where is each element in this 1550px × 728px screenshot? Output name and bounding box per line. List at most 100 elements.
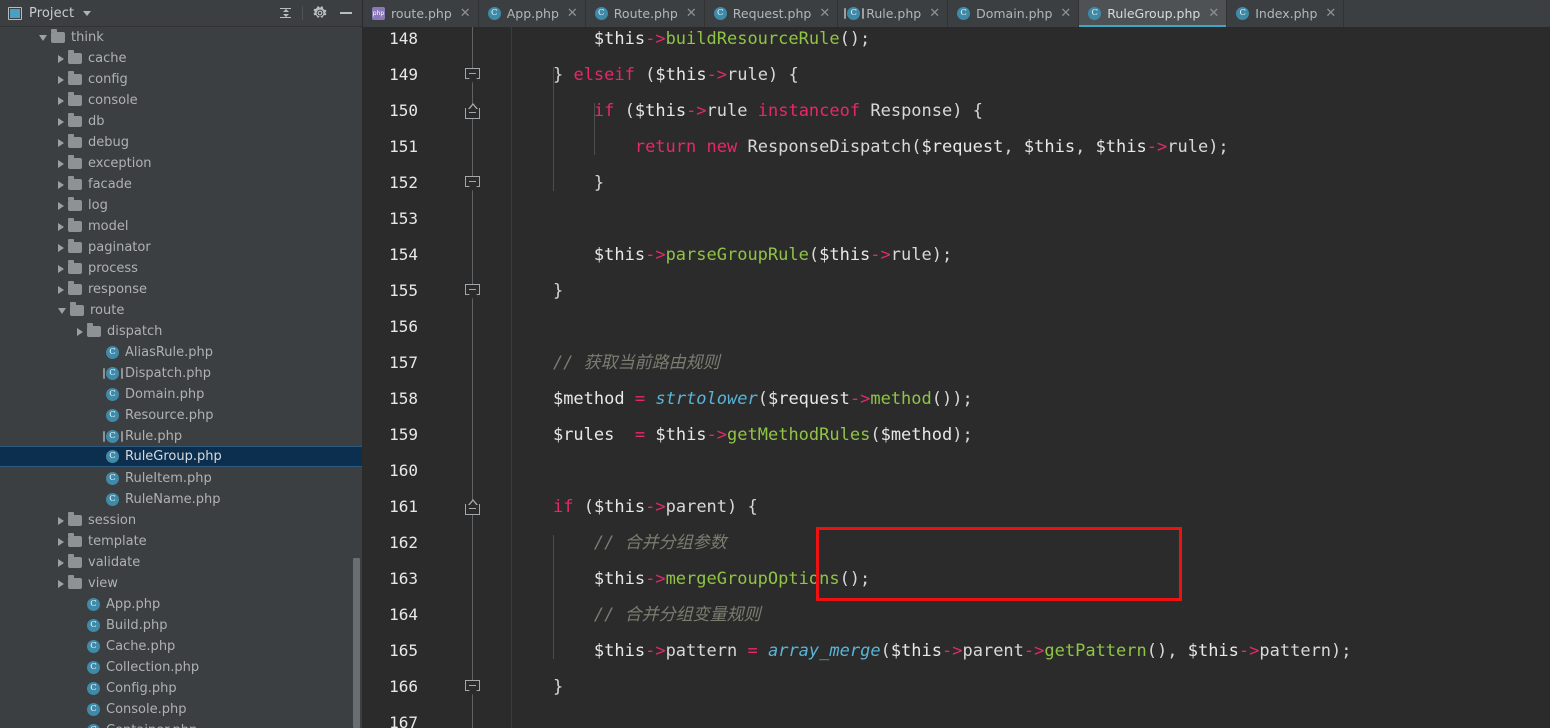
editor-tab-route-php[interactable]: php route.php ✕ — [363, 0, 479, 27]
tree-item-label: Domain.php — [125, 387, 205, 402]
close-icon[interactable]: ✕ — [460, 7, 471, 20]
fold-collapse-icon[interactable] — [465, 176, 480, 192]
tree-item[interactable]: log — [0, 195, 362, 216]
chevron-right-icon[interactable] — [77, 327, 83, 336]
code-line: $this->pattern = array_merge($this->pare… — [593, 641, 1352, 661]
close-icon[interactable]: ✕ — [686, 7, 697, 20]
tree-item-label: debug — [88, 135, 129, 150]
fold-collapse-icon[interactable] — [465, 284, 480, 300]
tree-item[interactable]: view — [0, 573, 362, 594]
code-folding-gutter[interactable] — [458, 27, 486, 728]
line-number: 156 — [389, 317, 418, 336]
tree-item[interactable]: C Build.php — [0, 615, 362, 636]
tree-item[interactable]: C Resource.php — [0, 405, 362, 426]
editor-tab-domain-php[interactable]: C Domain.php ✕ — [948, 0, 1080, 27]
tree-item[interactable]: C Config.php — [0, 678, 362, 699]
tree-item[interactable]: validate — [0, 552, 362, 573]
chevron-down-icon[interactable] — [39, 35, 47, 41]
chevron-down-icon[interactable] — [58, 308, 66, 314]
chevron-right-icon[interactable] — [58, 516, 64, 525]
tree-item[interactable]: exception — [0, 153, 362, 174]
fold-collapse-icon[interactable] — [465, 680, 480, 696]
chevron-right-icon[interactable] — [58, 579, 64, 588]
chevron-down-icon[interactable] — [83, 10, 92, 16]
tree-item[interactable]: template — [0, 531, 362, 552]
tree-item[interactable]: console — [0, 90, 362, 111]
editor-tab-index-php[interactable]: C Index.php ✕ — [1227, 0, 1345, 27]
tree-item[interactable]: C RuleItem.php — [0, 468, 362, 489]
tree-item-selected[interactable]: C RuleGroup.php — [0, 446, 362, 467]
tree-item[interactable]: C Dispatch.php — [0, 363, 362, 384]
php-class-icon: C — [1236, 7, 1250, 20]
close-icon[interactable]: ✕ — [819, 7, 830, 20]
settings-button[interactable] — [308, 2, 332, 24]
code-line: } — [552, 281, 564, 301]
chevron-right-icon[interactable] — [58, 96, 64, 105]
chevron-right-icon[interactable] — [58, 75, 64, 84]
chevron-right-icon[interactable] — [58, 558, 64, 567]
fold-region-end-icon[interactable] — [465, 103, 480, 119]
chevron-right-icon[interactable] — [58, 54, 64, 63]
chevron-right-icon[interactable] — [58, 180, 64, 189]
tree-item[interactable]: C RuleName.php — [0, 489, 362, 510]
chevron-right-icon[interactable] — [58, 117, 64, 126]
fold-region-end-icon[interactable] — [465, 499, 480, 515]
tree-item-label: paginator — [88, 240, 151, 255]
editor-tab-app-php[interactable]: C App.php ✕ — [478, 0, 586, 27]
tree-item[interactable]: route — [0, 300, 362, 321]
editor-tab-request-php[interactable]: C Request.php ✕ — [704, 0, 839, 27]
close-icon[interactable]: ✕ — [567, 7, 578, 20]
editor-tab-rulegroup-php[interactable]: C RuleGroup.php ✕ — [1079, 0, 1228, 27]
chevron-right-icon[interactable] — [58, 201, 64, 210]
chevron-right-icon[interactable] — [58, 285, 64, 294]
project-tree[interactable]: think cache config console db debug exception f… — [0, 27, 362, 728]
tree-item[interactable]: C Rule.php — [0, 426, 362, 447]
close-icon[interactable]: ✕ — [1208, 7, 1219, 20]
sidebar-scrollbar-thumb[interactable] — [353, 558, 360, 728]
tree-item[interactable]: db — [0, 111, 362, 132]
collapse-all-button[interactable] — [273, 2, 297, 24]
tree-item[interactable]: debug — [0, 132, 362, 153]
tree-item[interactable]: config — [0, 69, 362, 90]
line-number: 152 — [389, 173, 418, 192]
tree-item[interactable]: response — [0, 279, 362, 300]
tree-item[interactable]: C Cache.php — [0, 636, 362, 657]
tree-item[interactable]: session — [0, 510, 362, 531]
chevron-right-icon[interactable] — [58, 138, 64, 147]
folder-icon — [68, 554, 82, 568]
tree-item[interactable]: cache — [0, 48, 362, 69]
chevron-right-icon[interactable] — [58, 243, 64, 252]
code-line: // 合并分组参数 — [512, 533, 727, 553]
tree-item[interactable]: facade — [0, 174, 362, 195]
close-icon[interactable]: ✕ — [1325, 7, 1336, 20]
code-content[interactable]: $this->buildResourceRule(); } elseif ($t… — [512, 27, 1550, 728]
tree-item[interactable]: process — [0, 258, 362, 279]
chevron-right-icon[interactable] — [58, 222, 64, 231]
tree-item[interactable]: C Console.php — [0, 699, 362, 720]
folder-icon — [68, 50, 82, 64]
php-interface-icon: C — [102, 430, 123, 443]
hide-panel-button[interactable] — [334, 2, 358, 24]
tree-item[interactable]: C Container.php — [0, 720, 362, 728]
tree-item[interactable]: paginator — [0, 237, 362, 258]
editor-tab-route-php[interactable]: C Route.php ✕ — [585, 0, 705, 27]
close-icon[interactable]: ✕ — [1060, 7, 1071, 20]
code-editor[interactable]: 148 149 150 151 152 153 154 155 156 157 158 159 160 1… — [363, 27, 1550, 728]
tree-item[interactable]: dispatch — [0, 321, 362, 342]
tree-item[interactable]: C AliasRule.php — [0, 342, 362, 363]
close-icon[interactable]: ✕ — [929, 7, 940, 20]
line-number: 154 — [389, 245, 418, 264]
tree-item-label: Console.php — [106, 702, 187, 717]
chevron-right-icon[interactable] — [58, 537, 64, 546]
tree-item[interactable]: C Collection.php — [0, 657, 362, 678]
tree-item[interactable]: C App.php — [0, 594, 362, 615]
tree-item[interactable]: model — [0, 216, 362, 237]
chevron-right-icon[interactable] — [58, 159, 64, 168]
chevron-right-icon[interactable] — [58, 264, 64, 273]
folder-icon — [68, 260, 82, 274]
editor-tab-rule-php[interactable]: C Rule.php ✕ — [838, 0, 949, 27]
tree-item[interactable]: C Domain.php — [0, 384, 362, 405]
project-tool-window-button[interactable]: Project — [8, 6, 273, 21]
fold-collapse-icon[interactable] — [465, 68, 480, 84]
tree-item[interactable]: think — [0, 27, 362, 48]
